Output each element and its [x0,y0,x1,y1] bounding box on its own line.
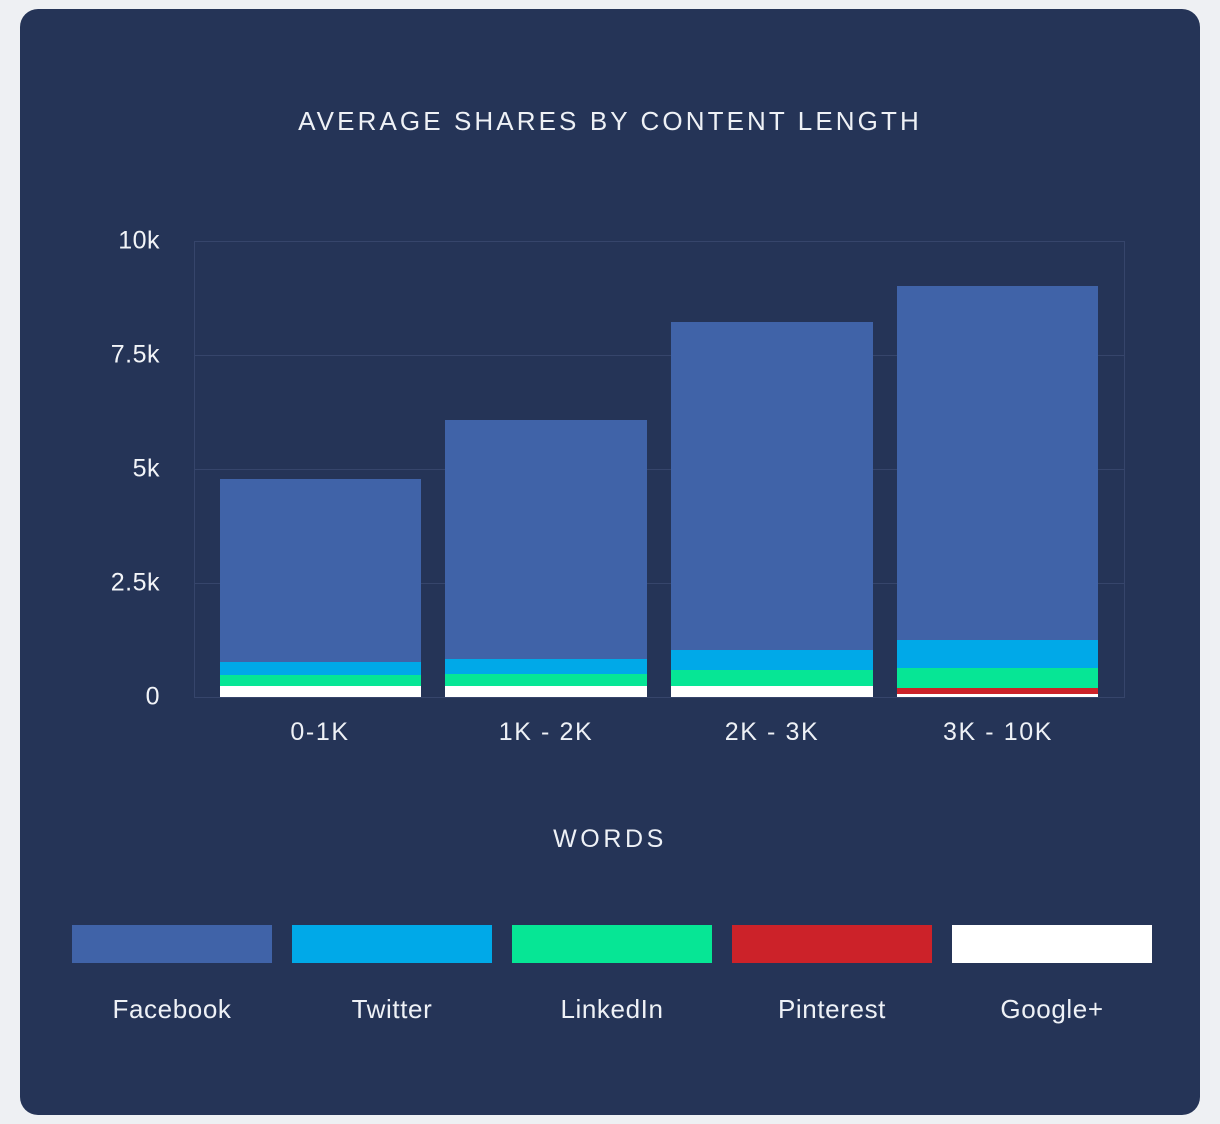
x-axis-line [194,697,1125,698]
legend-swatch-twitter [292,925,492,963]
legend-label-facebook: Facebook [112,994,232,1024]
chart-card: AVERAGE SHARES BY CONTENT LENGTH 10k 7.5… [20,9,1200,1115]
bar-3k-10k[interactable] [897,286,1098,697]
x-axis-tick-3k-10k: 3K - 10K [942,718,1054,746]
legend-swatch-linkedin [512,925,712,963]
bar-segment-google[interactable] [897,693,1098,697]
bar-segment-google[interactable] [445,686,647,697]
y-axis-tick-7_5k: 7.5k [110,340,160,369]
bar-segment-facebook[interactable] [445,419,647,660]
legend-label-pinterest: Pinterest [777,994,886,1024]
legend-label-googleplus: Google+ [1000,994,1104,1024]
bar-segment-twitter[interactable] [445,659,647,675]
bar-segment-linkedin[interactable] [220,675,421,687]
legend-item-twitter[interactable]: Twitter [292,925,492,1025]
bar-segment-facebook[interactable] [671,321,873,651]
legend-label-twitter: Twitter [351,994,433,1024]
bar-segment-facebook[interactable] [220,479,421,662]
legend-swatch-pinterest [732,925,932,963]
x-axis-tick-1k-2k: 1K - 2K [498,718,594,746]
bar-segment-linkedin[interactable] [445,674,647,687]
bar-0-1k[interactable] [220,479,421,697]
x-axis-tick-2k-3k: 2K - 3K [724,718,820,746]
legend-swatch-facebook [72,925,272,963]
bar-segment-linkedin[interactable] [671,669,873,686]
bar-segment-linkedin[interactable] [897,667,1098,688]
x-axis-tick-0-1k: 0-1K [290,718,350,746]
bar-segment-google[interactable] [671,685,873,697]
y-axis-tick-5k: 5k [132,454,160,483]
legend-item-googleplus[interactable]: Google+ [952,925,1152,1025]
y-axis-tick-2_5k: 2.5k [110,568,160,597]
y-axis-tick-10k: 10k [118,226,160,255]
bar-segment-twitter[interactable] [671,650,873,670]
x-axis-title: WORDS [553,825,667,853]
y-axis-tick-0: 0 [145,682,160,711]
page-title: AVERAGE SHARES BY CONTENT LENGTH [298,106,922,136]
bar-segment-twitter[interactable] [897,639,1098,668]
legend-item-linkedin[interactable]: LinkedIn [512,925,712,1025]
bar-1k-2k[interactable] [445,419,647,697]
bar-segment-twitter[interactable] [220,661,421,676]
legend: Facebook Twitter LinkedIn Pinterest Goog… [72,925,1152,1025]
legend-item-facebook[interactable]: Facebook [72,925,272,1025]
bar-segment-facebook[interactable] [897,286,1098,640]
legend-label-linkedin: LinkedIn [560,994,664,1024]
bar-2k-3k[interactable] [671,321,873,697]
legend-item-pinterest[interactable]: Pinterest [732,925,932,1025]
bar-segment-google[interactable] [220,686,421,697]
legend-swatch-googleplus [952,925,1152,963]
